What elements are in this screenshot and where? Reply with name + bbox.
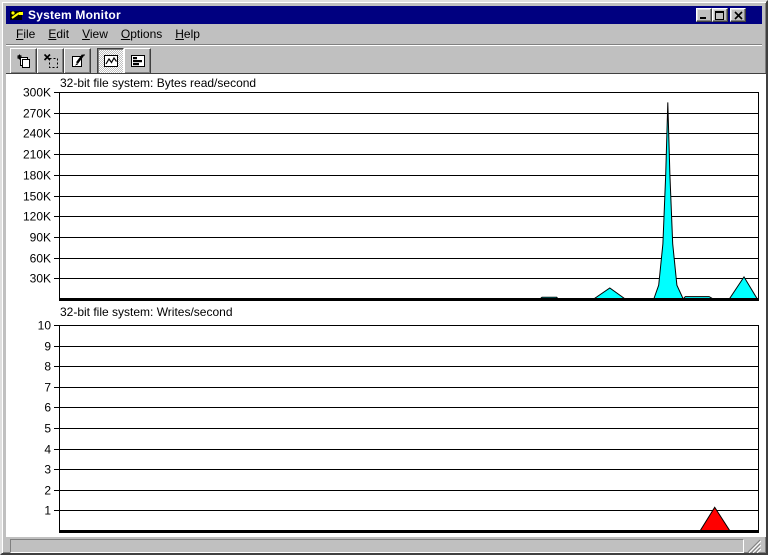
svg-text:8: 8 bbox=[44, 360, 51, 374]
svg-text:5: 5 bbox=[44, 422, 51, 436]
svg-text:180K: 180K bbox=[23, 169, 51, 183]
resize-grip-icon bbox=[747, 539, 762, 553]
titlebar[interactable]: System Monitor bbox=[6, 6, 762, 24]
maximize-icon bbox=[715, 10, 724, 20]
svg-text:120K: 120K bbox=[23, 210, 51, 224]
svg-text:270K: 270K bbox=[23, 107, 51, 121]
system-monitor-icon bbox=[10, 8, 24, 22]
svg-text:1: 1 bbox=[44, 504, 51, 518]
edit-item-button[interactable] bbox=[64, 48, 91, 74]
svg-text:150K: 150K bbox=[23, 190, 51, 204]
menu-options[interactable]: Options bbox=[120, 26, 163, 42]
menubar: File Edit View Options Help bbox=[6, 25, 762, 43]
svg-text:7: 7 bbox=[44, 381, 51, 395]
svg-text:90K: 90K bbox=[30, 231, 51, 245]
edit-item-icon bbox=[71, 54, 85, 67]
remove-item-button[interactable] bbox=[37, 48, 64, 74]
svg-text:6: 6 bbox=[44, 401, 51, 415]
svg-text:3: 3 bbox=[44, 463, 51, 477]
menu-view[interactable]: View bbox=[81, 26, 109, 42]
window-title: System Monitor bbox=[28, 8, 121, 22]
svg-text:30K: 30K bbox=[30, 272, 51, 286]
remove-item-icon bbox=[43, 53, 58, 68]
bar-chart-view-button[interactable] bbox=[124, 48, 151, 74]
bar-chart-icon bbox=[130, 55, 145, 67]
svg-text:2: 2 bbox=[44, 484, 51, 498]
svg-text:60K: 60K bbox=[30, 252, 51, 266]
line-chart-view-button[interactable] bbox=[97, 48, 124, 74]
chart-area: 32-bit file system: Bytes read/second 32… bbox=[6, 73, 766, 537]
svg-text:4: 4 bbox=[44, 443, 51, 457]
svg-text:10: 10 bbox=[38, 319, 52, 333]
svg-text:210K: 210K bbox=[23, 148, 51, 162]
titlebar-buttons bbox=[696, 8, 746, 22]
toolbar bbox=[6, 44, 762, 74]
minimize-button[interactable] bbox=[696, 8, 712, 22]
resize-grip[interactable] bbox=[747, 539, 762, 553]
statusbar bbox=[6, 539, 762, 553]
maximize-button[interactable] bbox=[712, 8, 728, 22]
svg-text:9: 9 bbox=[44, 340, 51, 354]
system-monitor-window: System Monitor File Edit View Options He… bbox=[0, 0, 768, 555]
charts-plot: 300K 270K 240K 210K 180K 150K 120K 90K 60K 30K 10 9… bbox=[23, 86, 759, 533]
menu-edit[interactable]: Edit bbox=[47, 26, 70, 42]
line-chart-icon bbox=[103, 55, 118, 67]
add-item-icon bbox=[16, 54, 30, 68]
menu-file[interactable]: File bbox=[15, 26, 36, 42]
close-button[interactable] bbox=[730, 8, 746, 22]
menu-help[interactable]: Help bbox=[174, 26, 201, 42]
close-icon bbox=[733, 10, 743, 20]
minimize-icon bbox=[700, 16, 706, 19]
status-panel bbox=[10, 539, 744, 553]
add-item-button[interactable] bbox=[10, 48, 37, 74]
svg-text:240K: 240K bbox=[23, 127, 51, 141]
svg-text:300K: 300K bbox=[23, 86, 51, 100]
